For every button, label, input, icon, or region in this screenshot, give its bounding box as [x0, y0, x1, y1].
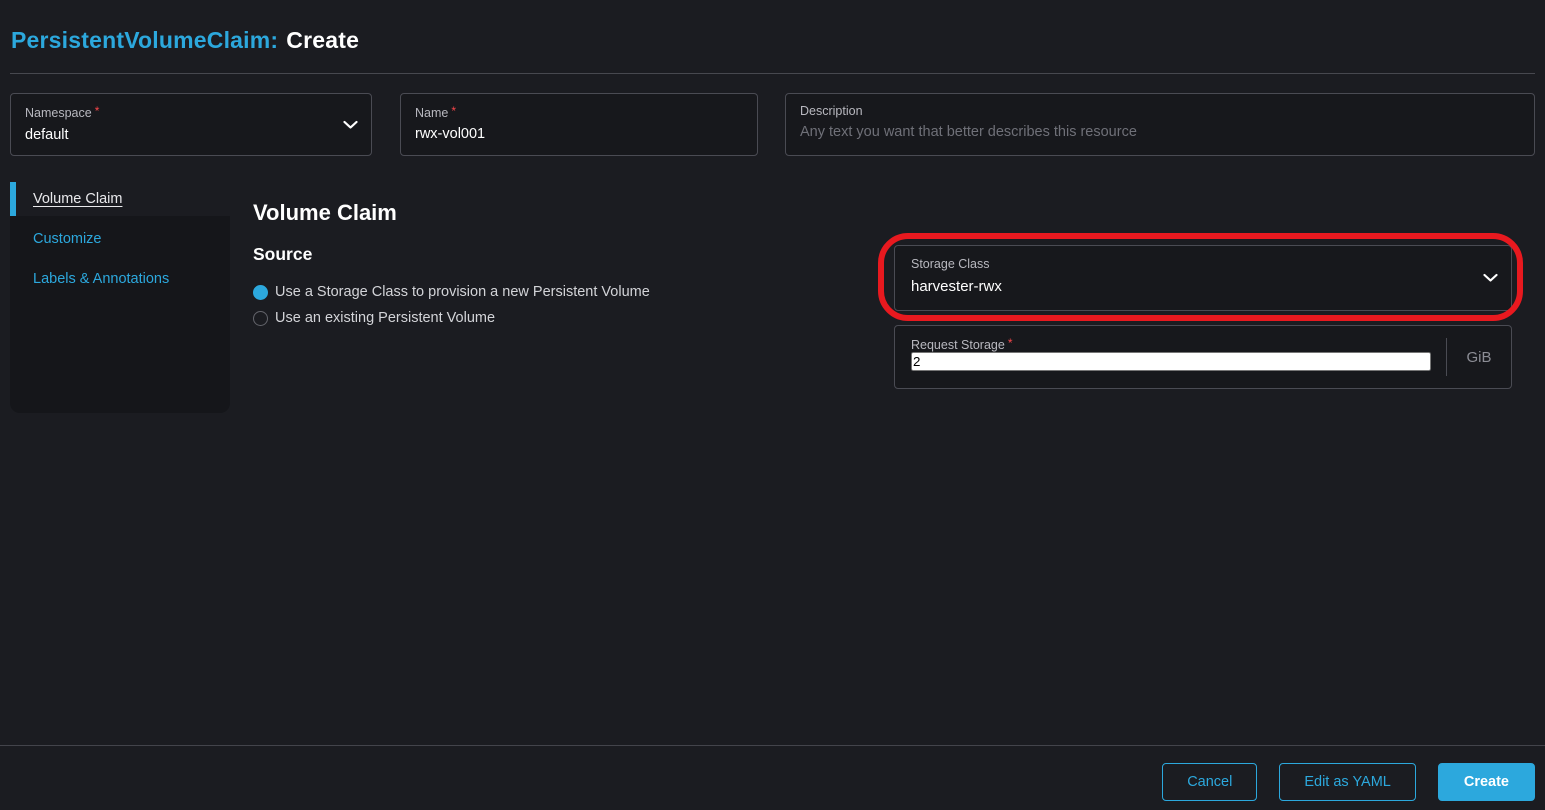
namespace-select[interactable]: Namespace* default	[10, 93, 372, 156]
required-marker: *	[1008, 336, 1013, 350]
tab-list-background: Customize Labels & Annotations	[10, 216, 230, 413]
tab-volume-claim[interactable]: Volume Claim	[10, 182, 230, 216]
chevron-down-icon	[343, 120, 358, 129]
radio-selected-icon[interactable]	[253, 285, 268, 300]
page-title-action: Create	[286, 27, 359, 53]
chevron-down-icon	[1483, 274, 1498, 283]
description-field[interactable]: Description	[785, 93, 1535, 156]
name-label: Name*	[415, 104, 743, 120]
create-button[interactable]: Create	[1438, 763, 1535, 801]
page-title-resource: PersistentVolumeClaim:	[11, 27, 278, 53]
footer-action-bar: Cancel Edit as YAML Create	[0, 745, 1545, 810]
storage-unit-label: GiB	[1447, 326, 1511, 388]
radio-storage-class[interactable]: Use a Storage Class to provision a new P…	[253, 284, 650, 301]
storage-class-value: harvester-rwx	[911, 278, 1495, 295]
request-storage-input[interactable]	[911, 352, 1431, 371]
radio-unselected-icon[interactable]	[253, 311, 268, 326]
required-marker: *	[95, 104, 100, 118]
tab-sidebar: Volume Claim Customize Labels & Annotati…	[10, 182, 230, 413]
tab-labels-annotations[interactable]: Labels & Annotations	[33, 271, 230, 287]
source-heading: Source	[253, 244, 312, 265]
active-tab-accent-bar	[10, 182, 16, 216]
request-storage-label: Request Storage*	[911, 336, 1495, 352]
edit-as-yaml-button[interactable]: Edit as YAML	[1279, 763, 1416, 801]
required-marker: *	[451, 104, 456, 118]
description-input[interactable]	[800, 123, 1520, 142]
cancel-button[interactable]: Cancel	[1162, 763, 1257, 801]
namespace-value: default	[25, 127, 357, 144]
request-storage-field[interactable]: Request Storage* GiB	[894, 325, 1512, 389]
name-field[interactable]: Name*	[400, 93, 758, 156]
name-input[interactable]	[415, 125, 743, 144]
title-divider	[10, 73, 1535, 74]
storage-class-label: Storage Class	[911, 257, 1495, 271]
namespace-label: Namespace*	[25, 104, 357, 120]
radio-existing-volume-label: Use an existing Persistent Volume	[275, 310, 495, 327]
section-heading: Volume Claim	[253, 200, 397, 226]
storage-class-select[interactable]: Storage Class harvester-rwx	[894, 245, 1512, 311]
tab-volume-claim-label: Volume Claim	[33, 191, 122, 207]
description-label: Description	[800, 104, 1520, 118]
tab-customize[interactable]: Customize	[33, 231, 230, 247]
radio-storage-class-label: Use a Storage Class to provision a new P…	[275, 284, 650, 301]
pvc-create-page: PersistentVolumeClaim: Create Namespace* …	[0, 0, 1545, 810]
radio-existing-volume[interactable]: Use an existing Persistent Volume	[253, 310, 495, 327]
page-title: PersistentVolumeClaim: Create	[11, 27, 359, 54]
